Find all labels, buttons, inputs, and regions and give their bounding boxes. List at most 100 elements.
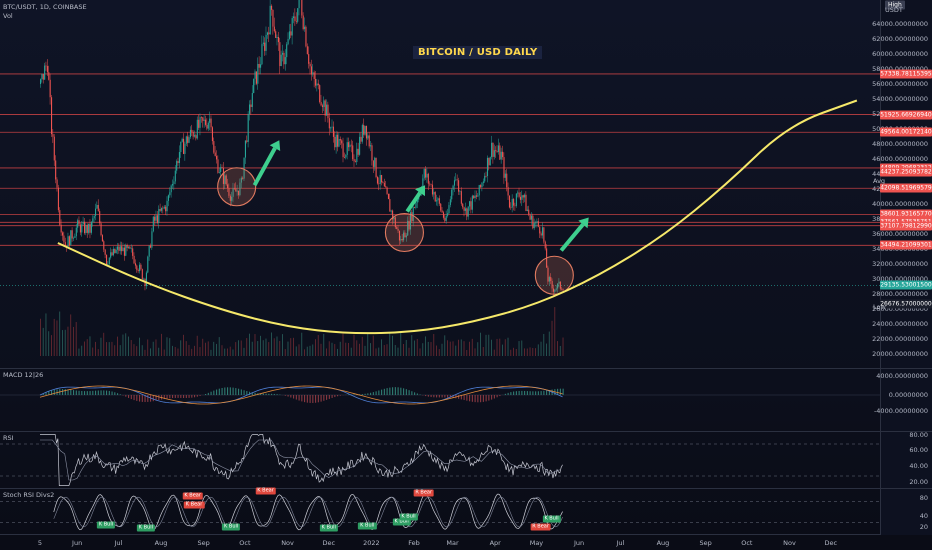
macd-histogram-bar bbox=[136, 395, 138, 401]
volume-bar bbox=[174, 346, 176, 356]
candle-body bbox=[185, 136, 187, 144]
macd-histogram-bar bbox=[78, 390, 80, 395]
macd-histogram-bar bbox=[515, 391, 517, 395]
candle-body bbox=[82, 221, 84, 225]
low-label: Low bbox=[873, 303, 886, 311]
volume-bar bbox=[84, 341, 85, 356]
volume-bar bbox=[361, 336, 363, 356]
rsi-tick: 20.00 bbox=[909, 478, 928, 486]
candle-body bbox=[272, 9, 274, 27]
volume-bar bbox=[114, 345, 116, 356]
candle-body bbox=[371, 145, 373, 161]
volume-bar bbox=[427, 341, 429, 356]
macd-tick: 0.00000000 bbox=[888, 391, 928, 399]
candle-body bbox=[463, 207, 465, 211]
candle-body bbox=[101, 235, 103, 242]
macd-histogram-bar bbox=[218, 388, 220, 395]
macd-histogram-bar bbox=[111, 391, 113, 395]
candle-body bbox=[528, 209, 530, 215]
macd-histogram-bar bbox=[425, 395, 427, 397]
volume-bar bbox=[130, 340, 132, 356]
divergence-badge: R Bear bbox=[413, 489, 435, 497]
candle-body bbox=[103, 241, 105, 250]
time-axis[interactable]: 5 Jun Jul Aug Sep Oct Nov Dec 2022 Feb Mar Apr May Ju… bbox=[0, 534, 880, 550]
price-tick: 20000.00000000 bbox=[872, 350, 928, 358]
macd-histogram-bar bbox=[84, 391, 86, 395]
candle-body bbox=[213, 141, 215, 153]
macd-plot[interactable] bbox=[0, 369, 880, 431]
price-tick: 40000.00000000 bbox=[872, 200, 928, 208]
macd-histogram-bar bbox=[411, 391, 413, 395]
price-axis[interactable]: High USDT 64000.00000000 62000.00000000 60… bbox=[872, 0, 932, 368]
volume-bar bbox=[562, 337, 564, 356]
candle-body bbox=[280, 54, 282, 67]
candle-body bbox=[288, 31, 291, 40]
volume-bar bbox=[48, 331, 50, 356]
divergence-badge: K Bull bbox=[542, 515, 561, 523]
candle-body bbox=[169, 192, 171, 196]
macd-histogram-bar bbox=[383, 388, 385, 395]
macd-histogram-bar bbox=[323, 395, 325, 401]
volume-bar bbox=[216, 343, 217, 356]
stoch-axis[interactable]: 80 40 20 bbox=[880, 489, 932, 535]
candle-body bbox=[354, 161, 357, 163]
candle-body bbox=[378, 183, 380, 185]
candle-body bbox=[291, 18, 293, 36]
candle-body bbox=[106, 254, 108, 265]
volume-bar bbox=[40, 318, 41, 356]
candle-body bbox=[321, 105, 324, 107]
macd-histogram-bar bbox=[471, 395, 473, 402]
candle-body bbox=[535, 222, 537, 224]
volume-bar bbox=[70, 314, 72, 356]
macd-axis[interactable]: 4000.00000000 0.00000000 -4000.00000000 bbox=[874, 369, 932, 431]
volume-bar bbox=[444, 335, 446, 356]
rsi-plot[interactable] bbox=[0, 432, 880, 488]
candle-body bbox=[536, 221, 538, 223]
macd-histogram-bar bbox=[81, 390, 83, 395]
macd-histogram-bar bbox=[364, 393, 366, 395]
candle-body bbox=[425, 168, 427, 178]
candle-body bbox=[431, 184, 434, 195]
volume-bar bbox=[452, 341, 454, 356]
volume-bar bbox=[42, 327, 44, 356]
candle-body bbox=[511, 199, 513, 208]
volume-bar bbox=[100, 337, 102, 356]
candle-body bbox=[469, 201, 471, 207]
volume-bar bbox=[331, 342, 333, 356]
rsi-axis[interactable]: 80.00 60.00 40.00 20.00 bbox=[880, 431, 932, 488]
candle-body bbox=[330, 127, 332, 129]
price-plot[interactable] bbox=[0, 0, 880, 368]
candle-body bbox=[207, 122, 209, 129]
volume-bar bbox=[334, 344, 336, 356]
candle-body bbox=[470, 201, 472, 210]
candle-body bbox=[107, 263, 109, 265]
macd-histogram-bar bbox=[370, 392, 372, 395]
candle-body bbox=[522, 195, 524, 198]
candle-body bbox=[134, 263, 136, 266]
volume-bar bbox=[364, 345, 366, 356]
candle-body bbox=[257, 63, 259, 84]
macd-histogram-bar bbox=[315, 395, 317, 403]
macd-histogram-bar bbox=[444, 395, 446, 398]
candle-body bbox=[158, 209, 160, 223]
candle-body bbox=[75, 227, 77, 237]
macd-histogram-bar bbox=[103, 390, 105, 395]
candle-body bbox=[217, 159, 219, 173]
candle-body bbox=[188, 137, 190, 143]
candle-body bbox=[475, 195, 478, 197]
candle-body bbox=[502, 151, 504, 158]
candle-body bbox=[214, 152, 216, 156]
macd-histogram-bar bbox=[447, 395, 449, 398]
candle-body bbox=[141, 269, 143, 280]
volume-bar bbox=[295, 346, 297, 356]
macd-histogram-bar bbox=[117, 393, 119, 395]
macd-histogram-bar bbox=[262, 393, 264, 395]
volume-bar bbox=[53, 318, 55, 356]
macd-histogram-bar bbox=[331, 395, 333, 398]
volume-bar bbox=[499, 338, 501, 356]
candle-body bbox=[433, 192, 435, 195]
macd-histogram-bar bbox=[114, 392, 116, 395]
macd-histogram-bar bbox=[196, 395, 198, 397]
macd-histogram-bar bbox=[326, 395, 328, 400]
divergence-badge: K Bear bbox=[182, 492, 203, 500]
